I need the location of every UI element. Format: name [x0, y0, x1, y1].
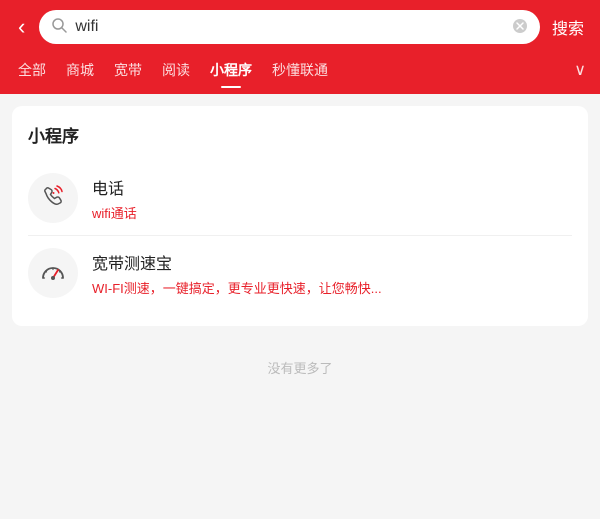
- item-desc: wifi通话: [92, 203, 572, 222]
- item-icon-speed: [28, 248, 78, 298]
- search-bar: [39, 10, 540, 44]
- search-icon: [51, 17, 67, 37]
- tab-mall[interactable]: 商城: [56, 54, 104, 86]
- search-input[interactable]: [75, 18, 504, 36]
- search-button[interactable]: 搜索: [550, 11, 586, 43]
- tab-unicom[interactable]: 秒懂联通: [262, 54, 338, 86]
- tab-miniapp[interactable]: 小程序: [200, 54, 262, 86]
- list-item[interactable]: 电话 wifi通话: [28, 161, 572, 236]
- back-button[interactable]: ‹: [14, 12, 29, 42]
- tab-broadband[interactable]: 宽带: [104, 54, 152, 86]
- item-icon-phone: [28, 173, 78, 223]
- item-desc: WI-FI测速，一键搞定，更专业更快速，让您畅快...: [92, 278, 572, 297]
- tabs-bar: 全部 商城 宽带 阅读 小程序 秒懂联通 ∨: [0, 54, 600, 94]
- tabs-more-icon[interactable]: ∨: [568, 54, 592, 86]
- item-info-speed: 宽带测速宝 WI-FI测速，一键搞定，更专业更快速，让您畅快...: [92, 250, 572, 297]
- item-title: 宽带测速宝: [92, 250, 572, 274]
- item-title: 电话: [92, 175, 572, 199]
- clear-icon[interactable]: [512, 18, 528, 37]
- list-item[interactable]: 宽带测速宝 WI-FI测速，一键搞定，更专业更快速，让您畅快...: [28, 236, 572, 310]
- section-title: 小程序: [28, 122, 572, 147]
- tab-reading[interactable]: 阅读: [152, 54, 200, 86]
- section-card: 小程序 电话 wifi通话: [12, 106, 588, 326]
- content-area: 小程序 电话 wifi通话: [0, 94, 600, 503]
- no-more-text: 没有更多了: [12, 338, 588, 387]
- item-info-phone: 电话 wifi通话: [92, 175, 572, 222]
- tab-all[interactable]: 全部: [8, 54, 56, 86]
- header: ‹ 搜索: [0, 0, 600, 54]
